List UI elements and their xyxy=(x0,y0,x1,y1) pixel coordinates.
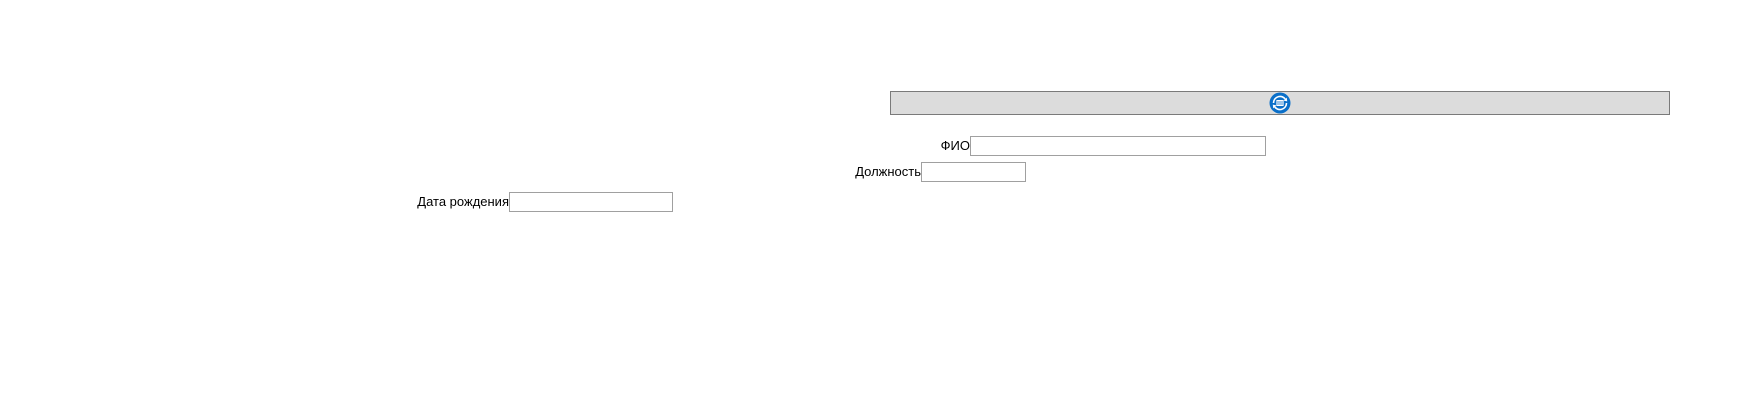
fio-row: ФИО xyxy=(941,136,1266,156)
birth-date-row: Дата рождения xyxy=(417,192,673,212)
position-input[interactable] xyxy=(921,162,1026,182)
refresh-database-icon xyxy=(1269,92,1291,114)
fio-input[interactable] xyxy=(970,136,1266,156)
fio-label: ФИО xyxy=(940,138,970,153)
position-label: Должность xyxy=(855,164,921,179)
birth-date-label: Дата рождения xyxy=(417,194,509,209)
position-row: Должность xyxy=(855,162,1026,182)
refresh-button[interactable] xyxy=(890,91,1670,115)
birth-date-input[interactable] xyxy=(509,192,673,212)
